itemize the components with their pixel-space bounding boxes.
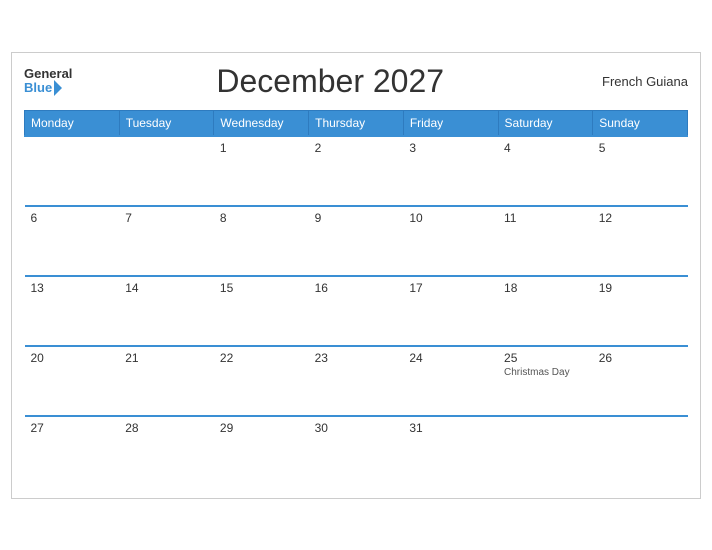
week-row-2: 6 7 8 9 10 11 12 — [25, 206, 688, 276]
calendar-cell: 18 — [498, 276, 593, 346]
calendar-cell — [593, 416, 688, 486]
holiday-label: Christmas Day — [504, 367, 587, 378]
day-number: 16 — [315, 281, 328, 295]
weekday-header-saturday: Saturday — [498, 110, 593, 136]
day-number: 24 — [409, 351, 422, 365]
calendar-cell — [119, 136, 214, 206]
logo: General Blue — [24, 67, 72, 96]
calendar-cell: 8 — [214, 206, 309, 276]
weekday-header-monday: Monday — [25, 110, 120, 136]
day-number: 23 — [315, 351, 328, 365]
day-number: 15 — [220, 281, 233, 295]
calendar-cell: 24 — [403, 346, 498, 416]
day-number: 3 — [409, 141, 416, 155]
calendar-cell: 19 — [593, 276, 688, 346]
day-number: 7 — [125, 211, 132, 225]
calendar-cell: 21 — [119, 346, 214, 416]
calendar-cell: 26 — [593, 346, 688, 416]
day-number: 21 — [125, 351, 138, 365]
calendar-cell: 29 — [214, 416, 309, 486]
weekday-header-row: MondayTuesdayWednesdayThursdayFridaySatu… — [25, 110, 688, 136]
calendar-cell: 27 — [25, 416, 120, 486]
calendar-cell — [498, 416, 593, 486]
calendar-cell: 17 — [403, 276, 498, 346]
calendar-cell: 2 — [309, 136, 404, 206]
logo-triangle-icon — [54, 80, 62, 96]
day-number: 13 — [31, 281, 44, 295]
calendar-cell: 28 — [119, 416, 214, 486]
day-number: 4 — [504, 141, 511, 155]
calendar-cell: 16 — [309, 276, 404, 346]
day-number: 22 — [220, 351, 233, 365]
day-number: 9 — [315, 211, 322, 225]
calendar-cell: 4 — [498, 136, 593, 206]
day-number: 26 — [599, 351, 612, 365]
day-number: 19 — [599, 281, 612, 295]
calendar-cell: 11 — [498, 206, 593, 276]
day-number: 28 — [125, 421, 138, 435]
day-number: 20 — [31, 351, 44, 365]
day-number: 5 — [599, 141, 606, 155]
calendar-cell: 5 — [593, 136, 688, 206]
calendar-cell: 15 — [214, 276, 309, 346]
week-row-1: 1 2 3 4 5 — [25, 136, 688, 206]
logo-blue-text: Blue — [24, 81, 52, 94]
day-number: 25 — [504, 351, 517, 365]
calendar-header: General Blue December 2027 French Guiana — [24, 63, 688, 100]
calendar-cell: 22 — [214, 346, 309, 416]
day-number: 12 — [599, 211, 612, 225]
day-number: 6 — [31, 211, 38, 225]
day-number: 1 — [220, 141, 227, 155]
weekday-header-tuesday: Tuesday — [119, 110, 214, 136]
day-number: 31 — [409, 421, 422, 435]
calendar-container: General Blue December 2027 French Guiana… — [11, 52, 701, 499]
weekday-header-friday: Friday — [403, 110, 498, 136]
calendar-cell: 3 — [403, 136, 498, 206]
day-number: 11 — [504, 211, 516, 225]
calendar-cell: 13 — [25, 276, 120, 346]
weekday-header-thursday: Thursday — [309, 110, 404, 136]
calendar-cell: 20 — [25, 346, 120, 416]
logo-general-text: General — [24, 67, 72, 80]
day-number: 18 — [504, 281, 517, 295]
week-row-5: 27 28 29 30 31 — [25, 416, 688, 486]
week-row-3: 13 14 15 16 17 18 19 — [25, 276, 688, 346]
calendar-cell: 14 — [119, 276, 214, 346]
calendar-cell: 10 — [403, 206, 498, 276]
calendar-cell: 23 — [309, 346, 404, 416]
calendar-cell: 12 — [593, 206, 688, 276]
day-number: 30 — [315, 421, 328, 435]
day-number: 2 — [315, 141, 322, 155]
weekday-header-sunday: Sunday — [593, 110, 688, 136]
calendar-cell: 1 — [214, 136, 309, 206]
calendar-table: MondayTuesdayWednesdayThursdayFridaySatu… — [24, 110, 688, 486]
calendar-cell: 30 — [309, 416, 404, 486]
calendar-cell: 6 — [25, 206, 120, 276]
day-number: 10 — [409, 211, 422, 225]
calendar-title: December 2027 — [72, 63, 588, 100]
day-number: 8 — [220, 211, 227, 225]
calendar-cell: 25 Christmas Day — [498, 346, 593, 416]
calendar-cell: 31 — [403, 416, 498, 486]
week-row-4: 20 21 22 23 24 25 Christmas Day 26 — [25, 346, 688, 416]
day-number: 29 — [220, 421, 233, 435]
calendar-cell — [25, 136, 120, 206]
region-label: French Guiana — [588, 74, 688, 89]
calendar-cell: 9 — [309, 206, 404, 276]
day-number: 14 — [125, 281, 138, 295]
day-number: 17 — [409, 281, 422, 295]
day-number: 27 — [31, 421, 44, 435]
calendar-cell: 7 — [119, 206, 214, 276]
weekday-header-wednesday: Wednesday — [214, 110, 309, 136]
